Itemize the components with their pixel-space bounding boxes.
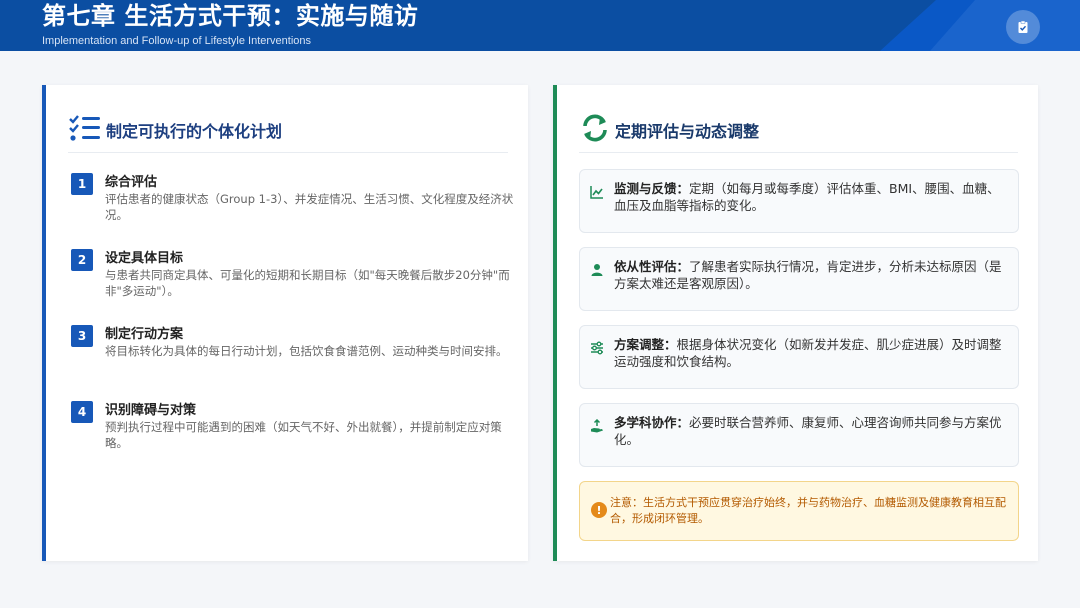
plan-card: 制定可执行的个体化计划 1 综合评估 评估患者的健康状态（Group 1-3）、… bbox=[42, 85, 528, 561]
item-label: 监测与反馈： bbox=[614, 181, 690, 196]
user-check-icon bbox=[590, 262, 604, 276]
step-title: 设定具体目标 bbox=[105, 251, 184, 266]
item-text: 方案调整：根据身体状况变化（如新发并发症、肌少症进展）及时调整运动强度和饮食结构… bbox=[614, 336, 1006, 370]
item-text: 多学科协作：必要时联合营养师、康复师、心理咨询师共同参与方案优化。 bbox=[614, 414, 1006, 448]
item-label: 方案调整： bbox=[614, 337, 677, 352]
evaluation-card-header: 定期评估与动态调整 bbox=[579, 107, 1018, 153]
item-text: 依从性评估：了解患者实际执行情况，肯定进步，分析未达标原因（是方案太难还是客观原… bbox=[614, 258, 1006, 292]
step-number: 2 bbox=[71, 249, 93, 271]
exclamation-circle-icon: ! bbox=[591, 502, 607, 518]
step-title: 制定行动方案 bbox=[105, 327, 184, 342]
clipboard-check-icon[interactable] bbox=[1006, 10, 1040, 44]
step-description: 预判执行过程中可能遇到的困难（如天气不好、外出就餐），并提前制定应对策略。 bbox=[105, 420, 502, 450]
step-number: 3 bbox=[71, 325, 93, 347]
step-number: 4 bbox=[71, 401, 93, 423]
step-number: 1 bbox=[71, 173, 93, 195]
page-subtitle: Implementation and Follow-up of Lifestyl… bbox=[42, 35, 312, 47]
list-item: 依从性评估：了解患者实际执行情况，肯定进步，分析未达标原因（是方案太难还是客观原… bbox=[579, 247, 1019, 311]
step-description: 将目标转化为具体的每日行动计划，包括饮食食谱范例、运动种类与时间安排。 bbox=[105, 344, 508, 358]
page-title: 第七章 生活方式干预：实施与随访 bbox=[42, 2, 419, 30]
checklist-icon bbox=[68, 113, 102, 147]
plan-card-header: 制定可执行的个体化计划 bbox=[68, 107, 508, 153]
step-description: 评估患者的健康状态（Group 1-3）、并发症情况、生活习惯、文化程度及经济状… bbox=[105, 192, 514, 222]
step-title: 综合评估 bbox=[105, 175, 158, 190]
page-header: 第七章 生活方式干预：实施与随访 Implementation and Foll… bbox=[0, 0, 1080, 51]
sync-icon bbox=[579, 112, 611, 148]
list-item: 监测与反馈：定期（如每月或每季度）评估体重、BMI、腰围、血糖、血压及血脂等指标… bbox=[579, 169, 1019, 233]
item-text: 监测与反馈：定期（如每月或每季度）评估体重、BMI、腰围、血糖、血压及血脂等指标… bbox=[614, 180, 1006, 214]
step-description: 与患者共同商定具体、可量化的短期和长期目标（如"每天晚餐后散步20分钟"而非"多… bbox=[105, 268, 510, 298]
item-label: 依从性评估： bbox=[614, 259, 690, 274]
chart-line-icon bbox=[590, 184, 604, 199]
plan-card-title: 制定可执行的个体化计划 bbox=[106, 121, 283, 141]
sliders-icon bbox=[590, 340, 604, 355]
evaluation-card-title: 定期评估与动态调整 bbox=[615, 121, 760, 141]
list-item: 多学科协作：必要时联合营养师、康复师、心理咨询师共同参与方案优化。 bbox=[579, 403, 1019, 467]
note-callout: ! 注意：生活方式干预应贯穿治疗始终，并与药物治疗、血糖监测及健康教育相互配合，… bbox=[579, 481, 1019, 541]
item-label: 多学科协作： bbox=[614, 415, 690, 430]
evaluation-card: 定期评估与动态调整 监测与反馈：定期（如每月或每季度）评估体重、BMI、腰围、血… bbox=[553, 85, 1038, 561]
note-text: 注意：生活方式干预应贯穿治疗始终，并与药物治疗、血糖监测及健康教育相互配合，形成… bbox=[610, 496, 1006, 525]
step-title: 识别障碍与对策 bbox=[105, 403, 197, 418]
list-item: 方案调整：根据身体状况变化（如新发并发症、肌少症进展）及时调整运动强度和饮食结构… bbox=[579, 325, 1019, 389]
hands-helping-icon bbox=[590, 418, 604, 433]
